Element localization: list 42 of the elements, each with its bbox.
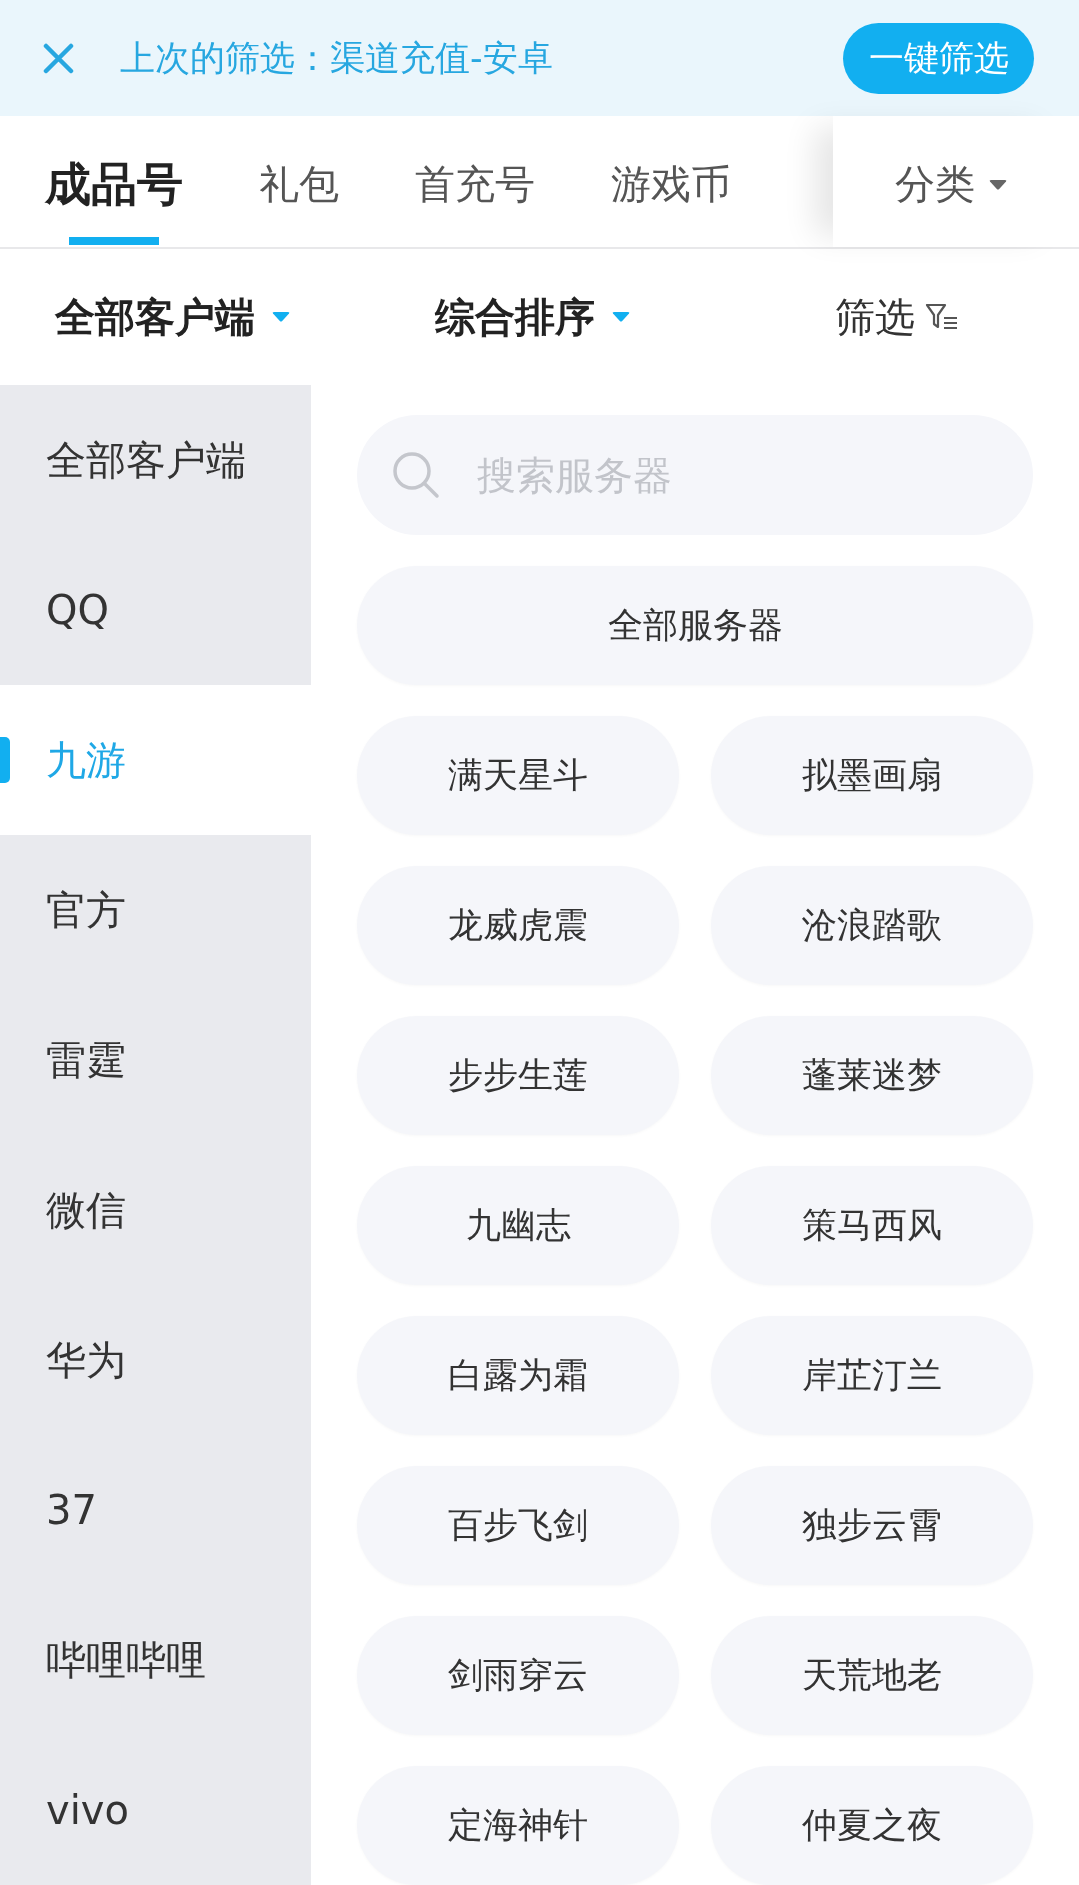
- server-button[interactable]: 独步云霄: [711, 1466, 1033, 1585]
- server-button[interactable]: 拟墨画扇: [711, 716, 1033, 835]
- category-dropdown[interactable]: 分类: [833, 116, 1079, 247]
- server-button[interactable]: 全部服务器: [357, 566, 1033, 685]
- tab[interactable]: 礼包: [259, 116, 339, 247]
- server-button[interactable]: 剑雨穿云: [357, 1616, 679, 1735]
- sidebar-item[interactable]: 37: [0, 1435, 311, 1585]
- server-button[interactable]: 沧浪踏歌: [711, 866, 1033, 985]
- server-button[interactable]: 步步生莲: [357, 1016, 679, 1135]
- dropdown[interactable]: 综合排序: [435, 289, 630, 345]
- caret-icon: [272, 312, 290, 322]
- server-button[interactable]: 百步飞剑: [357, 1466, 679, 1585]
- filter-button[interactable]: 筛选: [835, 289, 959, 345]
- tab[interactable]: 成品号: [45, 116, 183, 247]
- server-button[interactable]: 龙威虎震: [357, 866, 679, 985]
- server-button[interactable]: 定海神针: [357, 1766, 679, 1885]
- sidebar-item[interactable]: 雷霆: [0, 985, 311, 1135]
- sidebar-item[interactable]: 哔哩哔哩: [0, 1585, 311, 1735]
- caret-icon: [612, 312, 630, 322]
- caret-icon: [989, 179, 1007, 190]
- search-icon: [392, 451, 440, 499]
- tab[interactable]: 首充号: [415, 116, 535, 247]
- server-button[interactable]: 蓬莱迷梦: [711, 1016, 1033, 1135]
- server-button[interactable]: 白露为霜: [357, 1316, 679, 1435]
- sidebar-item[interactable]: 官方: [0, 835, 311, 985]
- filter-icon: [925, 303, 959, 331]
- tab[interactable]: 游戏币: [611, 116, 731, 247]
- server-button[interactable]: 仲夏之夜: [711, 1766, 1033, 1885]
- sidebar-item[interactable]: 华为: [0, 1285, 311, 1435]
- server-button[interactable]: 岸芷汀兰: [711, 1316, 1033, 1435]
- sidebar-item[interactable]: QQ: [0, 535, 311, 685]
- last-filter-text: 上次的筛选：渠道充值-安卓: [120, 36, 554, 80]
- selection-indicator: [0, 737, 10, 783]
- server-button[interactable]: 天荒地老: [711, 1616, 1033, 1735]
- server-button[interactable]: 满天星斗: [357, 716, 679, 835]
- server-button[interactable]: 九幽志: [357, 1166, 679, 1285]
- server-button[interactable]: 策马西风: [711, 1166, 1033, 1285]
- sidebar-item[interactable]: 全部客户端: [0, 385, 311, 535]
- sidebar-item[interactable]: 微信: [0, 1135, 311, 1285]
- dropdown[interactable]: 全部客户端: [55, 289, 290, 345]
- sidebar-item[interactable]: vivo: [0, 1735, 311, 1885]
- close-icon[interactable]: [43, 42, 74, 74]
